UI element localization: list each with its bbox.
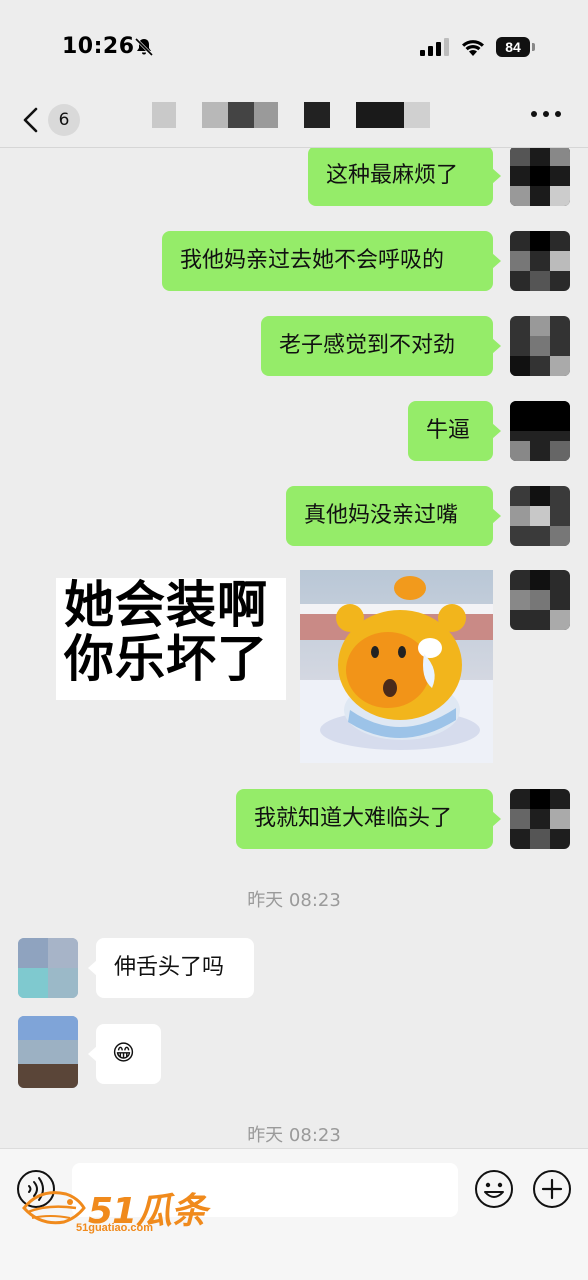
message-bubble-outgoing[interactable]: 我就知道大难临头了 <box>236 789 501 849</box>
message-bubble-incoming[interactable]: 伸舌头了吗 <box>88 938 254 998</box>
message-bubble-incoming[interactable]: 😁 <box>88 1024 161 1084</box>
avatar[interactable] <box>510 789 570 849</box>
chat-title-redacted <box>152 102 432 128</box>
message-bubble-outgoing[interactable]: 我他妈亲过去她不会呼吸的 <box>162 231 501 291</box>
avatar[interactable] <box>18 938 78 998</box>
status-bar: 10:26 84 <box>0 0 588 92</box>
chevron-left-icon <box>23 107 38 133</box>
message-timestamp: 昨天 08:23 <box>247 1125 341 1146</box>
avatar[interactable] <box>510 570 570 630</box>
message-bubble-outgoing[interactable]: 牛逼 <box>408 401 501 461</box>
more-dots-icon[interactable] <box>526 102 566 126</box>
battery-level: 84 <box>496 37 530 57</box>
chat-header: 6 <box>0 92 588 148</box>
watermark-logo: 51瓜条 51guatiao.com <box>18 1178 218 1242</box>
avatar[interactable] <box>510 486 570 546</box>
bell-muted-icon <box>134 37 154 57</box>
back-button[interactable]: 6 <box>20 98 84 142</box>
wifi-icon <box>462 40 484 56</box>
avatar[interactable] <box>18 1016 78 1088</box>
sticker-text-meme[interactable]: 她会装啊 你乐坏了 <box>56 578 286 700</box>
unread-count-badge: 6 <box>48 104 80 136</box>
sticker-line: 她会装啊 <box>64 576 268 634</box>
battery-icon: 84 <box>496 36 536 58</box>
message-bubble-outgoing[interactable]: 真他妈没亲过嘴 <box>286 486 501 546</box>
avatar[interactable] <box>510 231 570 291</box>
sticker-line: 你乐坏了 <box>64 630 268 688</box>
cellular-signal-icon <box>420 38 449 56</box>
message-timestamp: 昨天 08:23 <box>247 890 341 911</box>
avatar[interactable] <box>510 148 570 206</box>
sticker-cartoon-image[interactable] <box>300 570 493 763</box>
avatar[interactable] <box>510 316 570 376</box>
watermark-url: 51guatiao.com <box>76 1222 154 1234</box>
status-time: 10:26 <box>62 34 135 59</box>
avatar[interactable] <box>510 401 570 461</box>
message-bubble-outgoing[interactable]: 这种最麻烦了 <box>308 148 501 206</box>
message-bubble-outgoing[interactable]: 老子感觉到不对劲 <box>261 316 501 376</box>
message-list[interactable]: 这种最麻烦了 我他妈亲过去她不会呼吸的 老子感觉到不对劲 牛逼 真他妈没亲过嘴 … <box>0 148 588 1148</box>
emoji-icon[interactable] <box>474 1169 514 1209</box>
plus-icon[interactable] <box>532 1169 572 1209</box>
